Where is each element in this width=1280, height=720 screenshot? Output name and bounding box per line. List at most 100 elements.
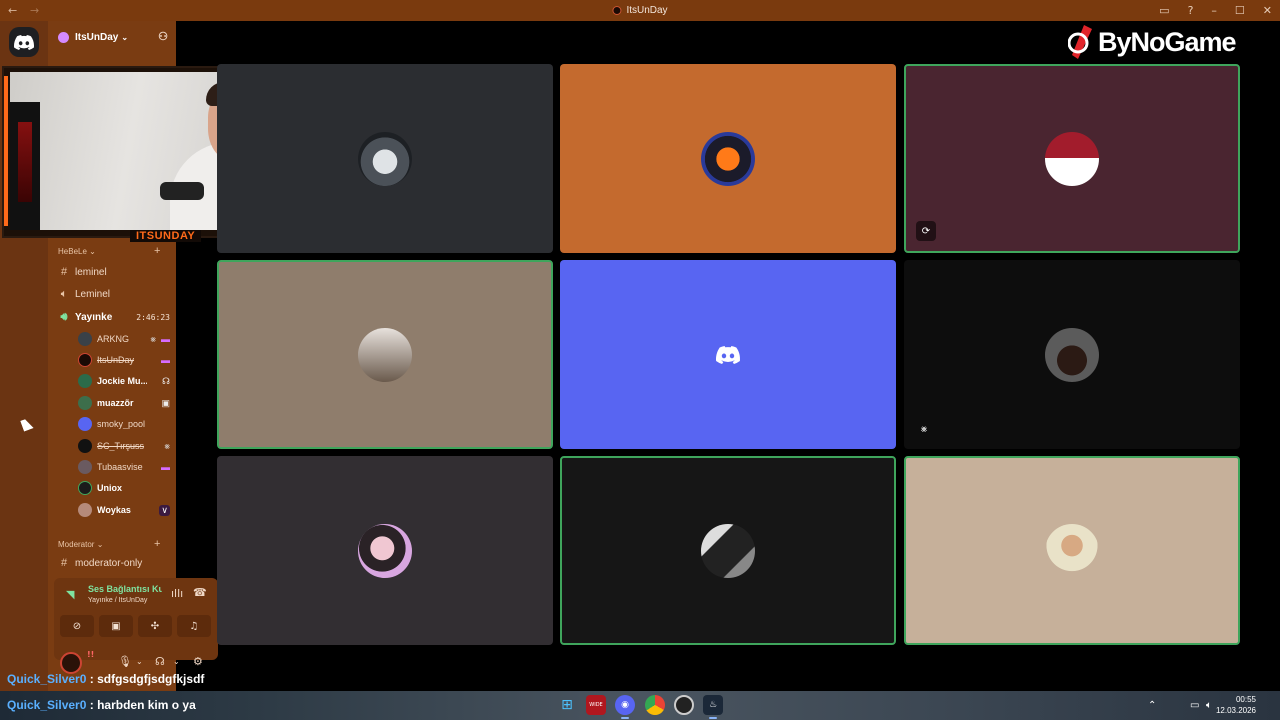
wide-twitch-icon[interactable]: WIDE — [586, 695, 606, 715]
channel-duration: 2:46:23 — [136, 312, 170, 322]
obs-icon[interactable] — [674, 695, 694, 715]
avatar — [78, 353, 92, 367]
chat-separator: : — [86, 672, 98, 686]
voice-user-uniox[interactable]: Uniox — [78, 478, 168, 498]
voice-user-sc-tirsuss[interactable]: SC_Tırşuss ⨳ — [78, 436, 170, 456]
inbox-icon[interactable]: ▭ — [1159, 4, 1169, 17]
active-indicator — [709, 717, 717, 719]
chevron-down-icon[interactable]: ⌄ — [173, 657, 180, 666]
server-header[interactable]: ItsUnDay ⌄ ⚇ — [48, 21, 176, 53]
voice-channel-yayinke[interactable]: 🔊︎ Yayınke 2:46:23 — [58, 307, 170, 327]
chat-message: harbden kim o ya — [97, 698, 196, 712]
disconnect-icon[interactable]: ☎ — [193, 586, 207, 599]
chevron-up-icon: ⌃ — [1148, 700, 1157, 711]
voice-channel-leminel[interactable]: 🔈︎ Leminel — [58, 284, 170, 304]
add-channel-icon[interactable]: + — [154, 538, 160, 550]
avatar — [78, 332, 92, 346]
category-moderator[interactable]: Moderator ⌄ + — [58, 538, 160, 550]
text-channel-moderator-only[interactable]: # moderator-only — [58, 553, 170, 573]
microphone-icon[interactable]: 🎙︎ — [118, 655, 132, 668]
chevron-down-icon[interactable]: ⌄ — [136, 657, 143, 666]
noise-suppression-icon[interactable]: ıllı — [171, 587, 183, 600]
soundboard-button[interactable]: ♫ — [177, 615, 211, 637]
voice-user-arkng[interactable]: ARKNG ⨳ ▬ — [78, 329, 170, 349]
window-titlebar: ← → ItsUnDay ▭ ? – ☐ ✕ — [0, 0, 1280, 21]
voice-user-name: Woykas — [97, 505, 131, 515]
windows-start-icon[interactable]: ⊞ — [557, 695, 577, 715]
discord-taskbar-icon[interactable]: ◉ — [615, 695, 635, 715]
video-tile[interactable] — [217, 456, 553, 645]
headphones-icon[interactable]: ☊ — [155, 655, 165, 668]
bynogame-logo: ByNoGame — [1068, 22, 1237, 62]
avatar — [1045, 327, 1099, 382]
voice-location[interactable]: Yayınke / ItsUnDay — [88, 597, 147, 604]
voice-user-tubaasvise[interactable]: Tubaasvise ▬ — [78, 457, 170, 477]
chevron-down-icon: ⌄ — [121, 32, 129, 42]
soundboard-icon: ♫ — [189, 620, 199, 632]
discord-logo-icon — [14, 34, 34, 50]
help-icon[interactable]: ? — [1188, 4, 1194, 17]
voice-user-name: ItsUnDay — [97, 355, 135, 365]
bynogame-logo-icon — [1068, 25, 1092, 59]
headphones-icon: ☊ — [162, 375, 170, 386]
discord-home-button[interactable] — [9, 27, 39, 57]
app-root: ← → ItsUnDay ▭ ? – ☐ ✕ ItsUnDay ⌄ ⚇ HeBe… — [0, 0, 1280, 720]
screen-share-icon: ⟳ — [916, 221, 936, 241]
activities-button[interactable]: ✣ — [138, 615, 172, 637]
deafened-icon: ⨳ — [164, 440, 170, 451]
back-arrow-icon[interactable]: ← — [8, 4, 22, 17]
video-tile[interactable] — [217, 64, 553, 253]
video-tile[interactable]: ⟳ — [904, 64, 1240, 253]
invite-people-icon[interactable]: ⚇ — [158, 30, 168, 43]
shield-badge-icon: ∨ — [159, 504, 170, 516]
avatar — [78, 481, 92, 495]
taskbar-clock[interactable]: 00:55 12.03.2026 — [1216, 694, 1256, 716]
signal-icon[interactable]: ◥ — [66, 588, 74, 601]
chat-line: Quick_Silver0 : harbden kim o ya — [7, 698, 196, 712]
deafened-icon: ⨳ — [920, 423, 928, 435]
avatar — [1045, 131, 1099, 186]
chat-username: Quick_Silver0 — [7, 672, 87, 686]
screen-share-icon: ▣ — [111, 620, 121, 632]
voice-user-itsunday[interactable]: ItsUnDay ▬ — [78, 350, 170, 370]
voice-user-smoky-pool[interactable]: smoky_pool — [78, 414, 168, 434]
video-tile[interactable] — [904, 456, 1240, 645]
video-tile[interactable] — [217, 260, 553, 449]
avatar — [78, 503, 92, 517]
channel-label: Leminel — [75, 288, 111, 300]
chrome-icon[interactable] — [645, 695, 665, 715]
text-channel-leminel[interactable]: # leminel — [58, 262, 170, 282]
camera-off-icon: ⊘ — [72, 620, 82, 632]
pc-glow — [18, 122, 32, 202]
voice-user-name: Tubaasvise — [97, 462, 143, 472]
steam-icon[interactable]: ♨ — [703, 695, 723, 715]
voice-status[interactable]: Ses Bağlantısı Kuruldu — [88, 584, 162, 594]
chat-message: sdfgsdgfjsdgfkjsdf — [97, 672, 205, 686]
network-icon[interactable]: ▭ — [1190, 691, 1199, 720]
video-tile[interactable] — [560, 456, 896, 645]
gear-icon[interactable]: ⚙ — [193, 655, 203, 668]
minimize-icon[interactable]: – — [1211, 4, 1217, 17]
screen-share-button[interactable]: ▣ — [99, 615, 133, 637]
add-channel-icon[interactable]: + — [154, 245, 160, 257]
voice-user-muazzor[interactable]: muazzõr ▣ — [78, 393, 170, 413]
show-hidden-icons[interactable]: ⌃ — [1148, 691, 1156, 720]
video-tile[interactable]: ⨳ — [904, 260, 1240, 449]
titlebar-controls: ▭ ? – ☐ ✕ — [1159, 0, 1272, 21]
forward-arrow-icon[interactable]: → — [30, 4, 44, 17]
live-badge-icon: ▬ — [161, 355, 170, 365]
active-indicator — [621, 717, 629, 719]
avatar[interactable] — [60, 652, 82, 674]
video-tile[interactable] — [560, 260, 896, 449]
video-tile[interactable] — [560, 64, 896, 253]
voice-user-woykas[interactable]: Woykas ∨ — [78, 500, 170, 520]
camera-off-button[interactable]: ⊘ — [60, 615, 94, 637]
volume-icon[interactable]: 🔈︎ — [1206, 691, 1212, 720]
voice-user-jockie[interactable]: Jockie Mu... ☊ — [78, 371, 170, 391]
category-hebele[interactable]: HeBeLe ⌄ + — [58, 245, 160, 257]
maximize-icon[interactable]: ☐ — [1235, 4, 1245, 17]
close-icon[interactable]: ✕ — [1263, 4, 1272, 17]
server-name: ItsUnDay — [75, 31, 119, 43]
clock-date: 12.03.2026 — [1215, 706, 1256, 715]
live-badge-icon: ▬ — [161, 334, 170, 344]
